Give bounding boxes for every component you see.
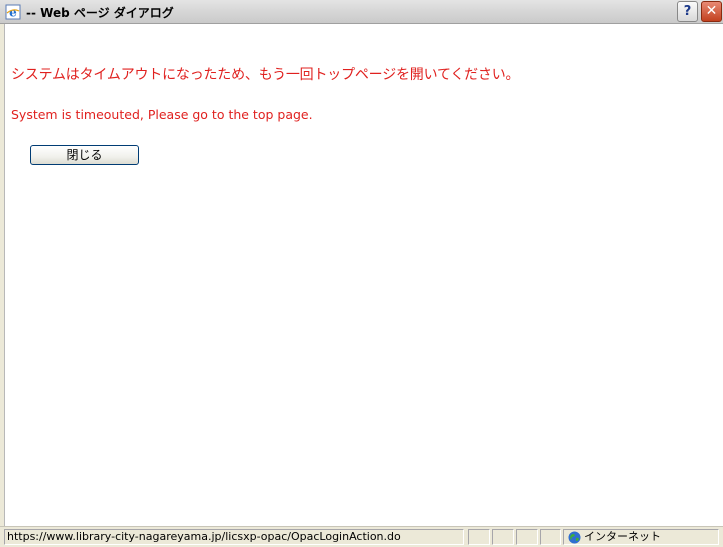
svg-text:e: e — [9, 6, 17, 20]
status-cell-empty — [468, 529, 490, 545]
status-url: https://www.library-city-nagareyama.jp/l… — [4, 529, 464, 545]
close-dialog-button[interactable]: 閉じる — [30, 145, 139, 165]
web-page-dialog: e -- Web ページ ダイアログ ? ✕ システムはタイムアウトになったため… — [0, 0, 723, 547]
timeout-message-japanese: システムはタイムアウトになったため、もう一回トップページを開いてください。 — [11, 67, 520, 83]
dialog-content: システムはタイムアウトになったため、もう一回トップページを開いてください。 Sy… — [4, 24, 723, 526]
status-bar: https://www.library-city-nagareyama.jp/l… — [0, 526, 723, 547]
status-cell-empty — [540, 529, 561, 545]
zone-label: インターネット — [584, 530, 661, 543]
title-bar[interactable]: e -- Web ページ ダイアログ ? ✕ — [0, 0, 723, 24]
window-title: -- Web ページ ダイアログ — [26, 6, 174, 20]
status-cell-empty — [492, 529, 514, 545]
security-zone[interactable]: インターネット — [563, 529, 719, 545]
timeout-message-english: System is timeouted, Please go to the to… — [11, 107, 313, 122]
window-close-button[interactable]: ✕ — [701, 1, 722, 22]
ie-page-icon: e — [5, 4, 21, 20]
status-cell-empty — [516, 529, 538, 545]
globe-icon — [568, 531, 581, 544]
help-button[interactable]: ? — [677, 1, 698, 22]
